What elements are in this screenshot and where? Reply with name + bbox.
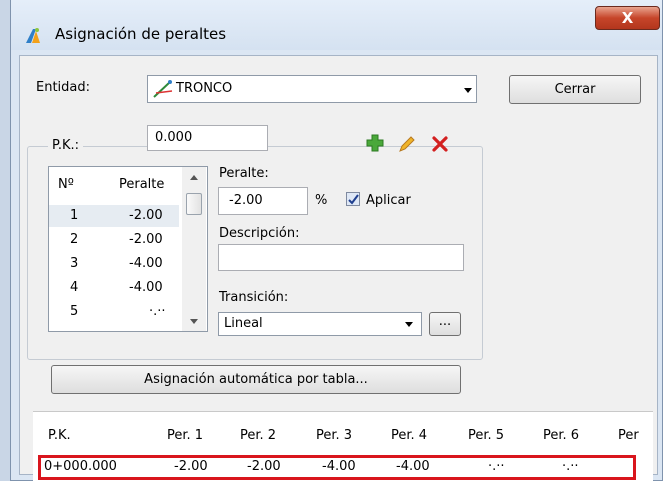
app-icon (26, 28, 40, 43)
auto-assign-button[interactable]: Asignación automática por tabla... (51, 365, 461, 394)
cerrar-button[interactable]: Cerrar (509, 75, 641, 104)
grid-cell-per3: -4.00 (322, 459, 356, 474)
pk-input[interactable]: 0.000 (147, 125, 268, 151)
grid-header-per6: Per. 6 (543, 428, 580, 443)
road-axis-icon (153, 80, 173, 98)
scroll-down-icon[interactable] (190, 319, 198, 324)
descripcion-input[interactable] (218, 244, 464, 271)
transicion-more-button[interactable]: ... (429, 312, 461, 336)
pencil-icon[interactable] (398, 135, 416, 153)
list-item-n: 1 (70, 208, 79, 223)
list-item-n: 2 (70, 232, 79, 247)
pk-value: 0.000 (155, 130, 193, 145)
list-item[interactable]: 3 -4.00 (49, 253, 179, 275)
grid-header-per2: Per. 2 (240, 428, 277, 443)
list-item-n: 3 (70, 256, 79, 271)
aplicar-label: Aplicar (366, 193, 411, 208)
list-item-n: 5 (70, 304, 79, 319)
descripcion-label: Descripción: (219, 226, 300, 241)
grid-header-pk: P.K. (48, 428, 71, 443)
list-item[interactable]: 4 -4.00 (49, 277, 179, 299)
list-item[interactable]: 5 ·.·· (49, 301, 179, 323)
grid-cell-per4: -4.00 (396, 459, 430, 474)
transicion-label: Transición: (219, 290, 289, 305)
list-scrollbar[interactable] (182, 167, 206, 331)
scroll-thumb[interactable] (186, 193, 202, 215)
grid-header-per4: Per. 4 (391, 428, 428, 443)
scroll-up-icon[interactable] (190, 175, 198, 180)
transicion-value: Lineal (224, 316, 263, 331)
entidad-value: TRONCO (176, 81, 233, 96)
chevron-down-icon (464, 88, 472, 93)
grid-header-per3: Per. 3 (316, 428, 353, 443)
title-bar[interactable]: Asignación de peraltes (11, 0, 662, 50)
list-item-peralte: -4.00 (129, 280, 163, 295)
entidad-label: Entidad: (36, 80, 91, 95)
peralte-input[interactable]: -2.00 (218, 187, 308, 215)
list-item[interactable]: 1 -2.00 (49, 205, 179, 227)
list-item[interactable]: 2 -2.00 (49, 229, 179, 251)
list-item-peralte: ·.·· (149, 304, 166, 319)
x-icon[interactable] (431, 135, 449, 153)
grid-header-per7: Per (618, 428, 639, 443)
peralte-label: Peralte: (219, 166, 269, 181)
transicion-select[interactable]: Lineal (218, 312, 422, 336)
window-close-button[interactable]: X (595, 6, 660, 30)
list-item-peralte: -4.00 (129, 256, 163, 271)
list-item-peralte: -2.00 (129, 208, 163, 223)
grid-cell-per2: -2.00 (247, 459, 281, 474)
list-item-peralte: -2.00 (129, 232, 163, 247)
aplicar-checkbox[interactable] (346, 192, 360, 206)
list-item-n: 4 (70, 280, 79, 295)
percent-unit: % (315, 193, 328, 208)
window-title: Asignación de peraltes (55, 25, 227, 43)
checkmark-icon (348, 194, 359, 205)
pk-label: P.K.: (48, 138, 83, 153)
grid-cell-per6: ·.·· (562, 459, 579, 474)
grid-cell-per5: ·.·· (488, 459, 505, 474)
plus-icon[interactable] (366, 134, 384, 152)
grid-header-per1: Per. 1 (167, 428, 204, 443)
peralte-value: -2.00 (229, 193, 263, 208)
chevron-down-icon (405, 322, 413, 327)
list-header-peralte: Peralte (119, 177, 165, 192)
grid-cell-per1: -2.00 (174, 459, 208, 474)
entidad-select[interactable]: TRONCO (147, 75, 477, 103)
grid-header-per5: Per. 5 (468, 428, 505, 443)
list-header-n: Nº (58, 177, 74, 192)
grid-cell-pk: 0+000.000 (44, 459, 117, 474)
